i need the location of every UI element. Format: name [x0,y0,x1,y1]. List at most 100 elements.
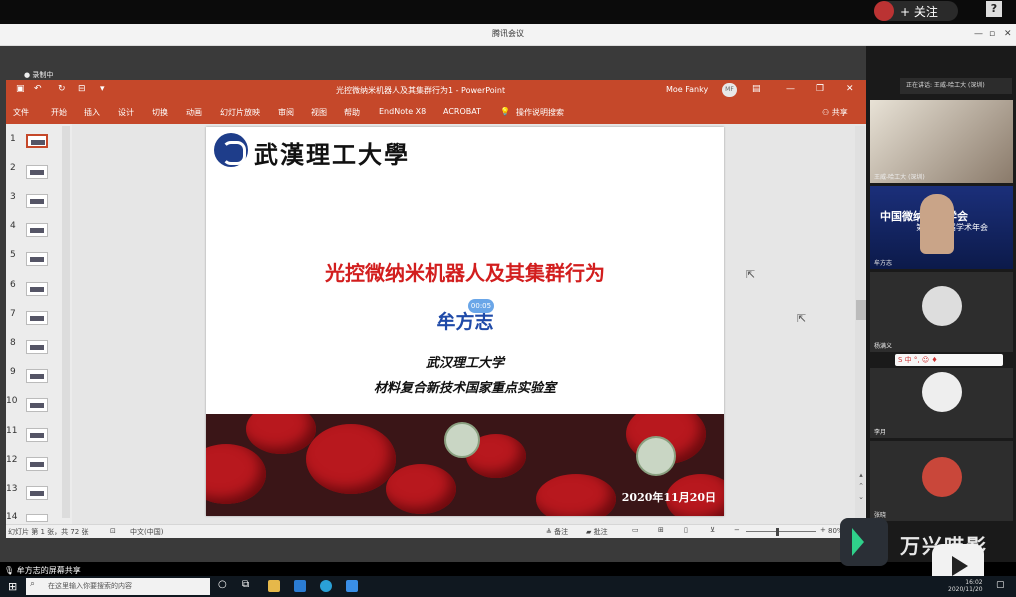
video-tile[interactable]: 杨满义 [870,272,1013,352]
slide-thumbnail[interactable] [26,457,48,471]
slide-thumbnail[interactable] [26,340,48,354]
side-tools[interactable]: ▴ ⌃ ⌄ [856,470,866,503]
screen-share-label: 🎙 牟方志的屏幕共享 [4,565,81,576]
speaking-indicator: 正在讲话: 王威-哈工大 (深圳) [900,78,1012,94]
screen-share-text: 牟方志的屏幕共享 [16,566,81,575]
slide-thumbnail[interactable] [26,369,48,383]
meeting-app-icon[interactable] [346,580,358,592]
restore-icon[interactable]: ▫ [989,29,995,39]
slide-thumbnail[interactable] [26,165,48,179]
save-icon[interactable]: ▣ [16,84,25,94]
video-tile[interactable]: 张晓 [870,441,1013,521]
thumb-number: 7 [10,309,16,319]
slide-thumbnail[interactable] [26,223,48,237]
minimize-icon[interactable]: — [974,29,983,39]
edge-icon[interactable] [320,580,332,592]
current-slide[interactable]: 武漢理工大學 光控微纳米机器人及其集群行为 牟方志 00:05 武汉理工大学 材… [206,127,724,516]
tab-review[interactable]: 审阅 [278,107,294,118]
ribbon-display-icon[interactable]: ▤ [752,84,761,94]
notes-button[interactable]: ≜ 备注 [546,527,568,537]
participant-name: 李月 [874,429,887,436]
taskbar-search[interactable]: 在这里输入你要搜索的内容 [26,578,210,595]
tab-help[interactable]: 帮助 [344,107,360,118]
video-tile[interactable]: 李月 [870,368,1013,438]
mail-icon[interactable] [294,580,306,592]
slide-thumbnail[interactable] [26,428,48,442]
normal-view-icon[interactable]: ▭ [632,526,639,534]
undo-icon[interactable]: ↶ [34,84,42,94]
thumb-number: 11 [6,426,18,436]
comments-button[interactable]: ▰ 批注 [586,527,608,537]
slide-thumbnail[interactable] [26,486,48,500]
tab-acrobat[interactable]: ACROBAT [443,107,481,116]
file-explorer-icon[interactable] [268,580,280,592]
user-avatar[interactable]: MF [722,83,737,97]
tab-endnote[interactable]: EndNote X8 [379,107,426,116]
thumbnail-scrollbar[interactable] [62,126,70,518]
zoom-out-icon[interactable]: − [734,526,740,534]
language-status[interactable]: 中文(中国) [130,527,163,537]
share-footer [0,538,866,562]
slide-thumbnail[interactable] [26,134,48,148]
ppt-restore-icon[interactable]: ❐ [816,84,824,94]
cursor-icon: ⇱ [797,312,807,325]
follow-label: + 关注 [900,4,938,19]
tab-file[interactable]: 文件 [13,107,29,118]
ppt-minimize-icon[interactable]: — [786,84,795,94]
zoom-slider[interactable] [746,531,816,532]
ime-toolbar[interactable]: S 中 °, ☺ ♦ [895,354,1003,366]
sorter-view-icon[interactable]: ⊞ [658,526,664,534]
collapse-handle[interactable] [856,300,866,320]
help-icon[interactable]: ? [986,1,1002,17]
close-icon[interactable]: ✕ [1004,29,1012,39]
zoom-in-icon[interactable]: + [820,526,826,534]
reading-view-icon[interactable]: ▯ [684,526,688,534]
tab-design[interactable]: 设计 [118,107,134,118]
cortana-icon[interactable]: ○ [218,579,227,590]
ppt-window-title: 光控微纳米机器人及其集群行为1 - PowerPoint [336,86,506,95]
thumb-number: 12 [6,455,18,465]
redo-icon[interactable]: ↻ [58,84,66,94]
tab-home[interactable]: 开始 [51,107,67,118]
video-tile[interactable]: 王威-哈工大 (深圳) [870,100,1013,183]
search-icon: ⌕ [30,579,36,589]
slide-thumbnail[interactable] [26,514,48,522]
tab-slideshow[interactable]: 幻灯片放映 [220,107,260,118]
classroom-video [870,100,1013,183]
slide-thumbnail[interactable] [26,311,48,325]
tray-clock[interactable]: 16:02 2020/11/20 [948,579,983,593]
tab-transitions[interactable]: 切换 [152,107,168,118]
ppt-close-icon[interactable]: ✕ [846,84,854,94]
ribbon-tabs: 文件 开始 插入 设计 切换 动画 幻灯片放映 审阅 视图 帮助 EndNote… [6,100,866,124]
tab-insert[interactable]: 插入 [84,107,100,118]
tell-me-search[interactable]: 操作说明搜索 [516,107,564,118]
slide-title: 光控微纳米机器人及其集群行为 [325,261,605,285]
ppt-statusbar: 幻灯片 第 1 张，共 72 张 ⊡ 中文(中国) ≜ 备注 ▰ 批注 ▭ ⊞ … [6,524,866,538]
institution-name: 武汉理工大学 [425,356,504,371]
ppt-user-name[interactable]: Moe Fanky [666,85,708,94]
slide-thumbnail[interactable] [26,194,48,208]
top-strip [0,0,1016,24]
slide-thumbnail[interactable] [26,398,48,412]
avatar [922,372,962,412]
follow-button[interactable]: + 关注 [874,1,958,21]
windows-start-icon[interactable]: ⊞ [8,580,17,593]
video-tile[interactable]: 中国微纳技术学会 第二十二届学术年会 牟方志 [870,186,1013,269]
task-view-icon[interactable]: ⧉ [242,579,249,590]
avatar [922,457,962,497]
slideshow-view-icon[interactable]: ⊻ [710,526,715,534]
customize-icon[interactable]: ▾ [100,84,105,94]
tab-view[interactable]: 视图 [311,107,327,118]
zoom-knob[interactable] [776,528,779,536]
thumb-number: 6 [10,280,16,290]
spellcheck-icon[interactable]: ⊡ [110,527,116,535]
notification-icon[interactable]: ▢ [996,580,1005,590]
slide-thumbnail[interactable] [26,252,48,266]
slide-thumbnail[interactable] [26,282,48,296]
present-icon[interactable]: ⊟ [78,84,86,94]
avatar [922,286,962,326]
slide-scrollbar[interactable] [855,126,865,518]
lightbulb-icon: 💡 [500,107,510,116]
tab-animations[interactable]: 动画 [186,107,202,118]
share-button[interactable]: ⚇ 共享 [822,107,848,118]
